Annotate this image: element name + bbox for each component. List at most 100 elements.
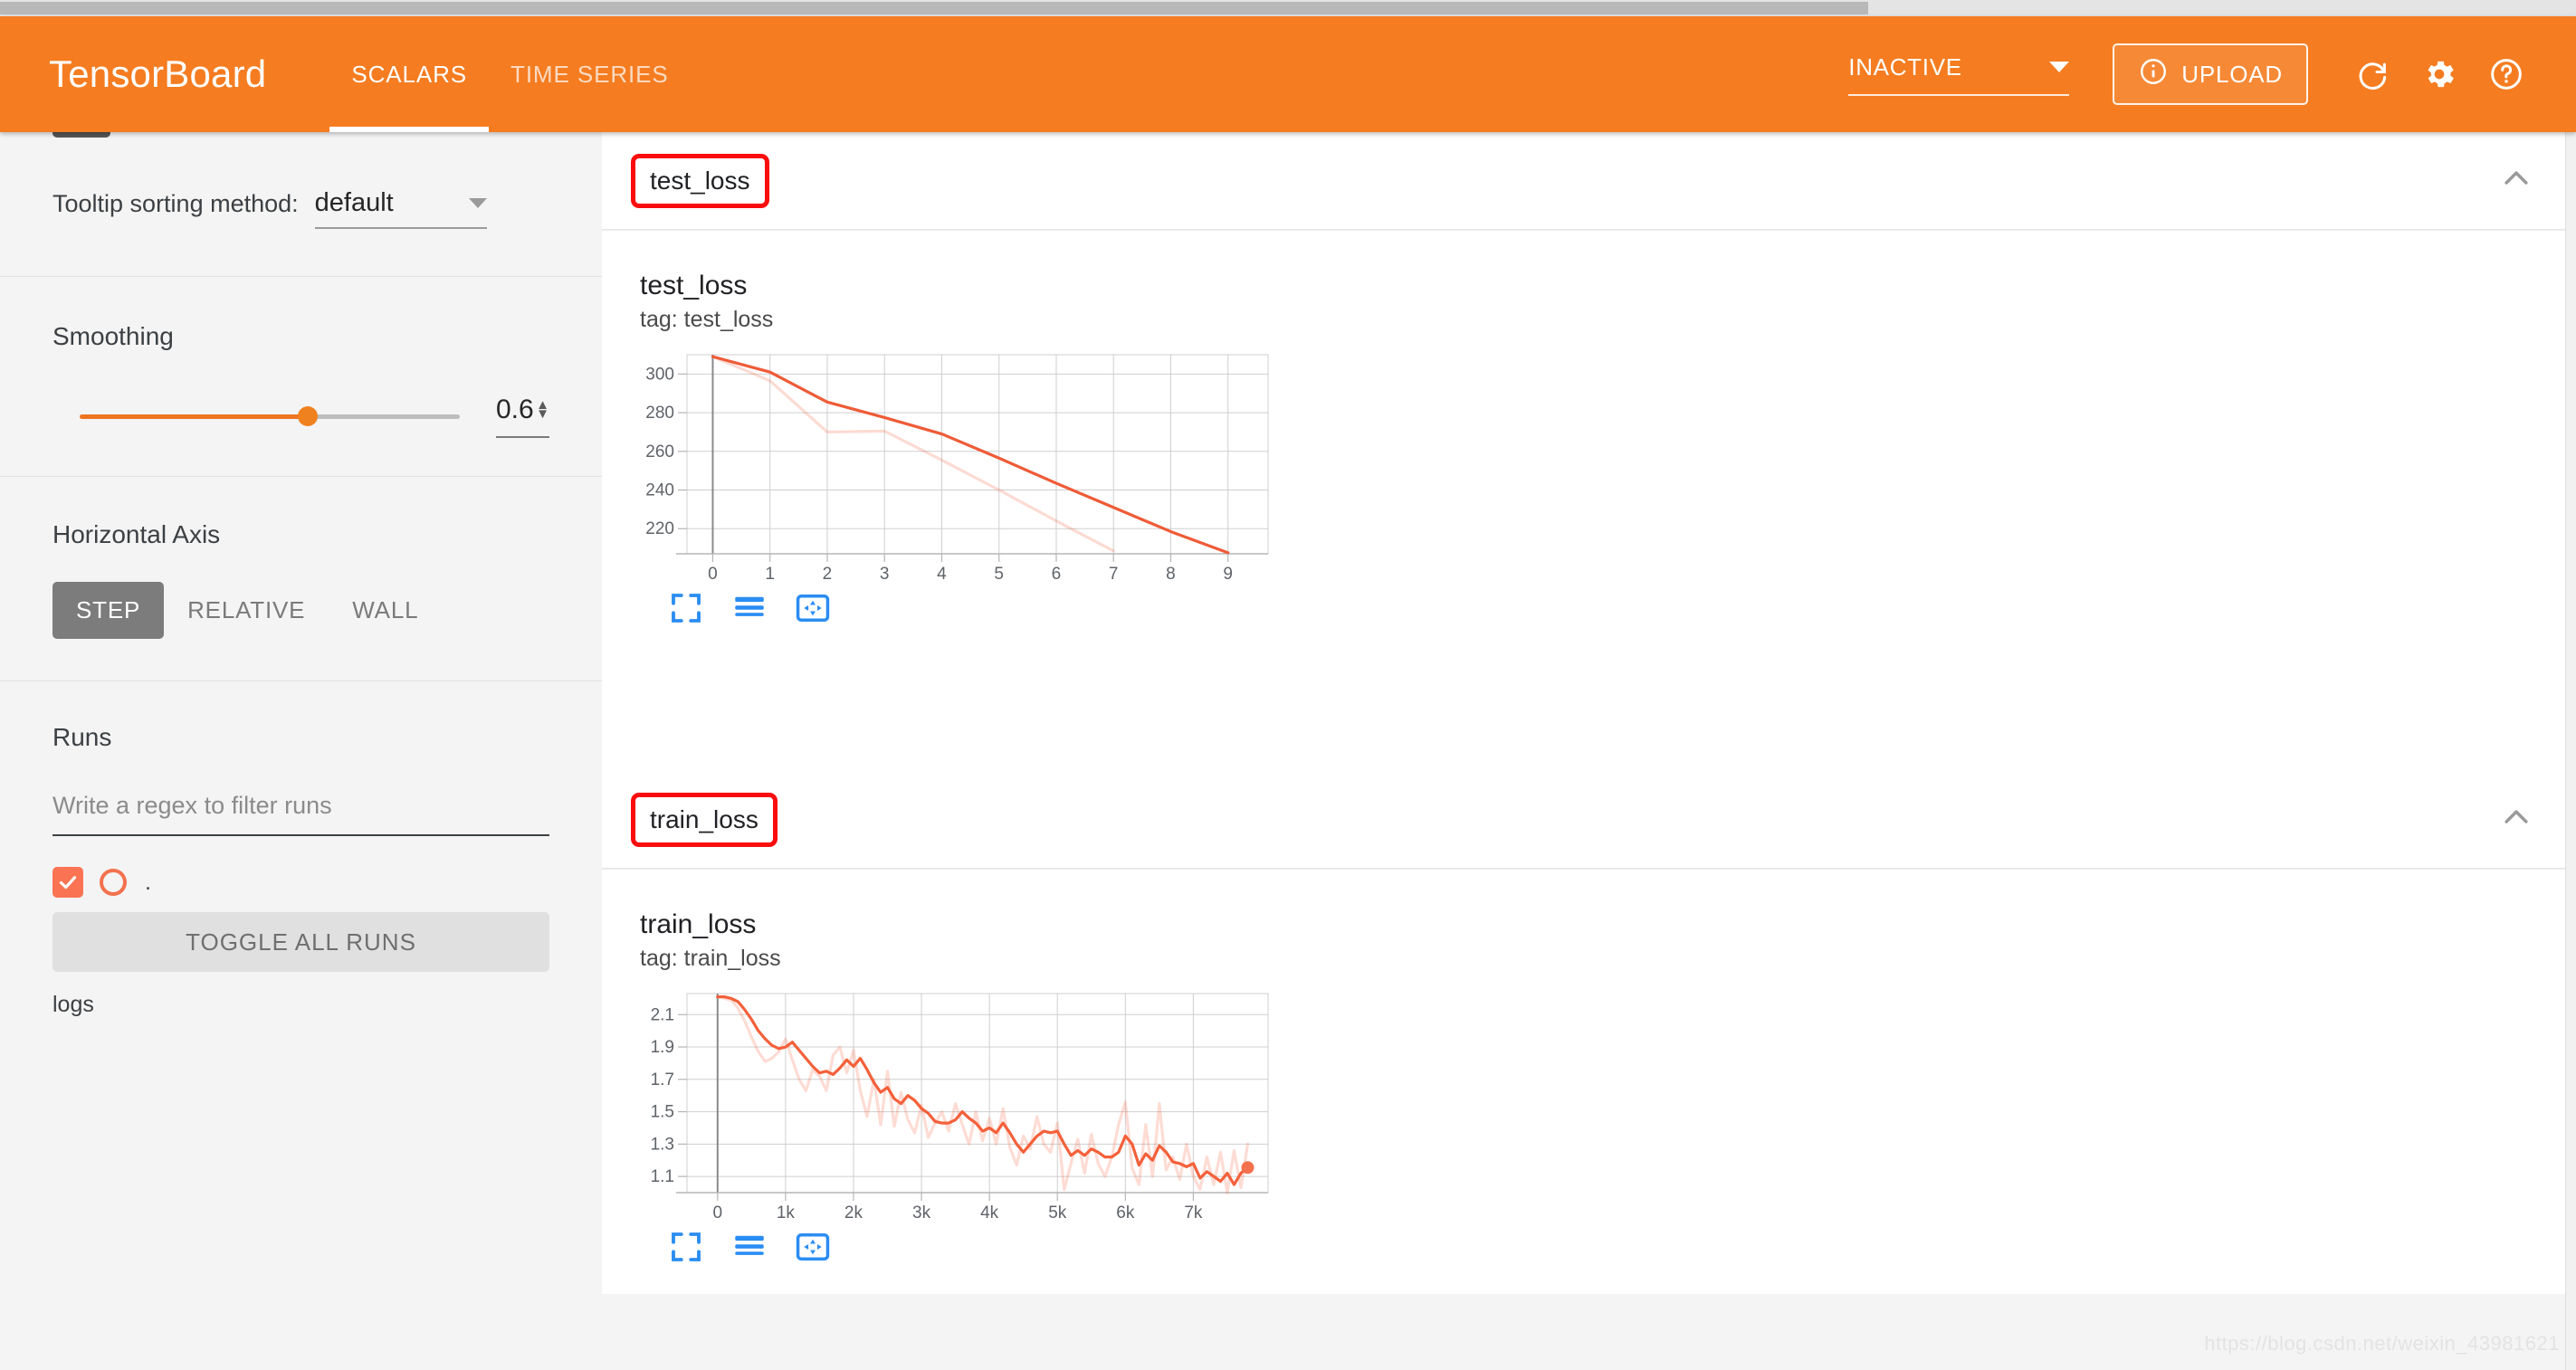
runs-title: Runs <box>52 723 112 751</box>
help-question-icon[interactable] <box>2473 41 2540 108</box>
tag-section-train-loss: train_loss train_loss tag: train_loss 1.… <box>602 771 2576 1294</box>
svg-text:2: 2 <box>823 565 833 584</box>
settings-sidebar: Tooltip sorting method: default Smoothin… <box>0 132 602 1370</box>
horizontal-axis-title: Horizontal Axis <box>52 520 221 548</box>
body-area: Tooltip sorting method: default Smoothin… <box>0 132 2576 1370</box>
run-checkbox[interactable] <box>52 867 83 898</box>
chart-title-test-loss: test_loss <box>640 271 748 300</box>
haxis-option-wall[interactable]: WALL <box>329 582 442 639</box>
svg-text:300: 300 <box>645 365 674 384</box>
svg-text:9: 9 <box>1223 565 1233 584</box>
tooltip-sorting-row: Tooltip sorting method: default <box>0 132 602 276</box>
chart-toolbar-test-loss <box>667 589 2576 643</box>
tag-section-test-loss: test_loss test_loss tag: test_loss 220 24… <box>602 132 2576 771</box>
horizontal-axis-options: STEP RELATIVE WALL <box>52 582 549 639</box>
chart-title-train-loss: train_loss <box>640 909 757 939</box>
tag-name-test-loss: test_loss <box>631 153 769 208</box>
svg-text:220: 220 <box>645 519 674 538</box>
svg-text:4: 4 <box>937 565 947 584</box>
chart-plot-test-loss[interactable]: 220 240 260 280 300 0 1 2 3 4 5 6 7 8 9 <box>640 349 2576 589</box>
pan-icon[interactable] <box>794 1228 832 1266</box>
toggle-all-runs-button[interactable]: TOGGLE ALL RUNS <box>52 912 549 972</box>
data-series-icon[interactable] <box>730 1228 768 1266</box>
svg-text:1k: 1k <box>777 1204 796 1223</box>
svg-text:2.1: 2.1 <box>651 1005 674 1024</box>
runs-filter-input[interactable] <box>52 792 549 836</box>
data-series-icon[interactable] <box>730 589 768 627</box>
watermark-text: https://blog.csdn.net/weixin_43981621 <box>2204 1332 2560 1355</box>
runs-section: Runs . TOGGLE ALL RUNS logs <box>0 681 602 1018</box>
chevron-up-icon[interactable] <box>2498 799 2534 840</box>
app-header: TensorBoard SCALARS TIME SERIES INACTIVE… <box>0 16 2576 132</box>
upload-button[interactable]: UPLOAD <box>2113 43 2308 105</box>
refresh-icon[interactable] <box>2339 41 2406 108</box>
chart-card-test-loss: test_loss tag: test_loss 220 240 260 280 300… <box>602 231 2576 643</box>
charts-panel: test_loss test_loss tag: test_loss 220 24… <box>602 132 2576 1370</box>
svg-text:1.7: 1.7 <box>651 1070 674 1089</box>
chart-plot-train-loss[interactable]: 1.1 1.3 1.5 1.7 1.9 2.1 0 1k 2k 3k 4k 5k 6k 7k <box>640 988 2576 1228</box>
smoothing-slider[interactable] <box>80 406 460 426</box>
chevron-down-icon <box>2049 62 2070 72</box>
run-status-select[interactable]: INACTIVE <box>1848 52 2070 96</box>
svg-text:1.9: 1.9 <box>651 1038 674 1057</box>
smoothing-title: Smoothing <box>52 322 174 350</box>
upload-button-label: UPLOAD <box>2181 60 2283 88</box>
tag-name-train-loss: train_loss <box>631 792 778 847</box>
scrollbar-thumb[interactable] <box>0 2 1868 14</box>
smoothing-section: Smoothing 0.6 ▲ ▼ <box>0 277 602 476</box>
tooltip-sorting-select[interactable]: default <box>314 188 487 229</box>
slider-fill <box>80 414 308 419</box>
settings-gear-icon[interactable] <box>2406 41 2473 108</box>
header-tab-bar: SCALARS TIME SERIES <box>329 16 690 132</box>
main-scrollbar[interactable] <box>2565 132 2576 1370</box>
svg-text:1.5: 1.5 <box>651 1103 674 1122</box>
haxis-option-step-label: STEP <box>76 596 141 623</box>
svg-text:4k: 4k <box>980 1204 999 1223</box>
browser-horizontal-scrollbar[interactable] <box>0 0 2576 16</box>
scrolled-off-control[interactable] <box>52 132 110 138</box>
tab-scalars[interactable]: SCALARS <box>329 16 489 132</box>
haxis-option-step[interactable]: STEP <box>52 582 165 639</box>
svg-text:1: 1 <box>765 565 775 584</box>
run-color-indicator <box>100 869 127 896</box>
svg-text:6: 6 <box>1052 565 1062 584</box>
haxis-option-relative-label: RELATIVE <box>187 596 306 623</box>
fit-domain-icon[interactable] <box>667 589 705 627</box>
tag-header-train-loss[interactable]: train_loss <box>602 771 2576 869</box>
chevron-up-icon[interactable] <box>2498 160 2534 201</box>
fit-domain-icon[interactable] <box>667 1228 705 1266</box>
smoothing-value-field[interactable]: 0.6 ▲ ▼ <box>496 395 549 438</box>
tab-time-series[interactable]: TIME SERIES <box>489 16 691 132</box>
header-actions: INACTIVE UPLOAD <box>1848 41 2576 108</box>
tab-scalars-label: SCALARS <box>351 60 468 88</box>
svg-text:260: 260 <box>645 442 674 461</box>
info-circle-icon <box>2138 56 2169 93</box>
tag-body-test-loss: test_loss tag: test_loss 220 240 260 280 300… <box>602 230 2576 771</box>
svg-text:280: 280 <box>645 404 674 423</box>
run-status-value: INACTIVE <box>1848 52 1962 81</box>
tooltip-sorting-label: Tooltip sorting method: <box>52 190 299 217</box>
svg-text:7: 7 <box>1109 565 1119 584</box>
haxis-option-relative[interactable]: RELATIVE <box>164 582 329 639</box>
svg-text:7k: 7k <box>1184 1204 1203 1223</box>
svg-text:6k: 6k <box>1116 1204 1135 1223</box>
pan-icon[interactable] <box>794 589 832 627</box>
smoothing-stepper[interactable]: ▲ ▼ <box>536 398 549 421</box>
smoothing-controls: 0.6 ▲ ▼ <box>52 395 549 438</box>
svg-text:0: 0 <box>708 565 718 584</box>
svg-text:1.1: 1.1 <box>651 1167 674 1186</box>
tag-header-test-loss[interactable]: test_loss <box>602 132 2576 230</box>
svg-text:3: 3 <box>880 565 890 584</box>
chart-toolbar-train-loss <box>667 1228 2576 1282</box>
chart-card-train-loss: train_loss tag: train_loss 1.1 1.3 1.5 1.7 1… <box>602 870 2576 1282</box>
runs-logs-label: logs <box>52 992 94 1017</box>
slider-thumb[interactable] <box>298 406 318 426</box>
svg-text:5k: 5k <box>1048 1204 1067 1223</box>
horizontal-axis-section: Horizontal Axis STEP RELATIVE WALL <box>0 477 602 680</box>
stepper-down-icon[interactable]: ▼ <box>536 407 549 420</box>
chevron-down-icon <box>468 198 487 208</box>
haxis-option-wall-label: WALL <box>352 596 419 623</box>
svg-text:2k: 2k <box>844 1204 863 1223</box>
chart-subtitle-train-loss: tag: train_loss <box>640 946 781 971</box>
run-list-item[interactable]: . <box>52 867 549 898</box>
